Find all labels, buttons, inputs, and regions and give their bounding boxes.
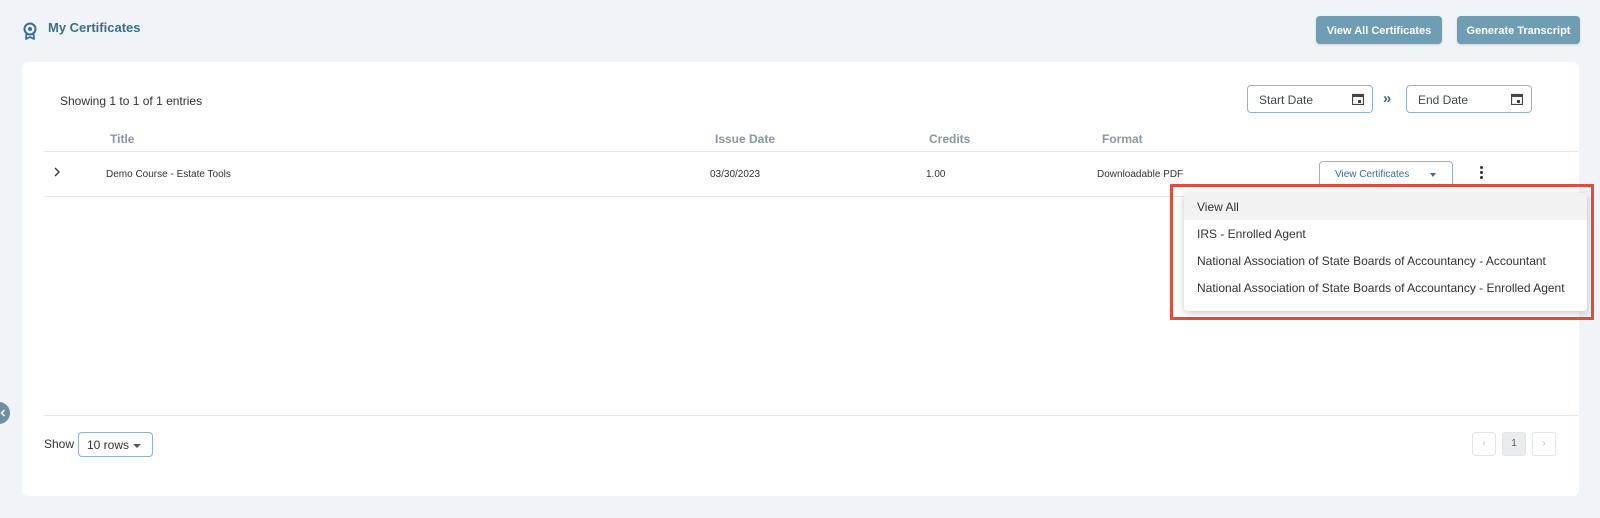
end-date-input[interactable]: End Date [1406, 85, 1532, 113]
end-date-placeholder: End Date [1418, 93, 1469, 107]
pagination-next-button[interactable]: › [1532, 432, 1556, 456]
cell-credits: 1.00 [926, 169, 946, 180]
dropdown-item-label: View All [1197, 200, 1239, 214]
chevron-right-icon[interactable] [52, 166, 62, 178]
table-header-divider [44, 151, 1578, 152]
caret-down-icon [1430, 173, 1436, 177]
column-header-issue-date[interactable]: Issue Date [715, 132, 775, 146]
generate-transcript-button[interactable]: Generate Transcript [1457, 16, 1580, 44]
start-date-placeholder: Start Date [1259, 93, 1314, 107]
view-certificates-label: View Certificates [1335, 169, 1410, 180]
page-title: My Certificates [48, 20, 141, 35]
dropdown-item-label: National Association of State Boards of … [1197, 281, 1565, 295]
calendar-icon[interactable] [1511, 93, 1523, 105]
pagination-page-1[interactable]: 1 [1502, 432, 1526, 456]
calendar-icon[interactable] [1352, 93, 1364, 105]
view-all-certificates-button[interactable]: View All Certificates [1316, 16, 1442, 44]
dropdown-item-label: National Association of State Boards of … [1197, 254, 1546, 268]
certificates-dropdown-menu: View All IRS - Enrolled Agent National A… [1184, 193, 1587, 311]
dropdown-item-irs-enrolled-agent[interactable]: IRS - Enrolled Agent [1184, 220, 1587, 247]
cell-format: Downloadable PDF [1097, 169, 1184, 180]
column-header-credits[interactable]: Credits [929, 132, 970, 146]
caret-down-icon [133, 444, 141, 448]
cell-title: Demo Course - Estate Tools [106, 169, 231, 180]
dropdown-item-nasba-enrolled-agent[interactable]: National Association of State Boards of … [1184, 274, 1587, 301]
certificate-badge-icon [23, 22, 37, 40]
column-header-title[interactable]: Title [110, 132, 134, 146]
sidebar-toggle-button[interactable] [0, 402, 10, 424]
table-footer-divider [44, 415, 1578, 416]
dropdown-item-nasba-accountant[interactable]: National Association of State Boards of … [1184, 247, 1587, 274]
dropdown-item-label: IRS - Enrolled Agent [1197, 227, 1306, 241]
column-header-format[interactable]: Format [1102, 132, 1143, 146]
cell-issue-date: 03/30/2023 [710, 169, 761, 180]
pagination-prev-button[interactable]: ‹ [1472, 432, 1496, 456]
rows-per-page-value: 10 rows [87, 438, 130, 452]
entries-info: Showing 1 to 1 of 1 entries [60, 94, 203, 108]
start-date-input[interactable]: Start Date [1247, 85, 1373, 113]
more-options-icon[interactable] [1479, 166, 1485, 182]
chevron-left-icon [0, 409, 5, 417]
rows-per-page-select[interactable]: 10 rows [78, 432, 153, 457]
date-range-separator: » [1383, 90, 1392, 107]
page-header: My Certificates View All Certificates Ge… [0, 0, 1600, 60]
dropdown-item-view-all[interactable]: View All [1184, 193, 1587, 220]
show-label: Show [44, 437, 75, 451]
